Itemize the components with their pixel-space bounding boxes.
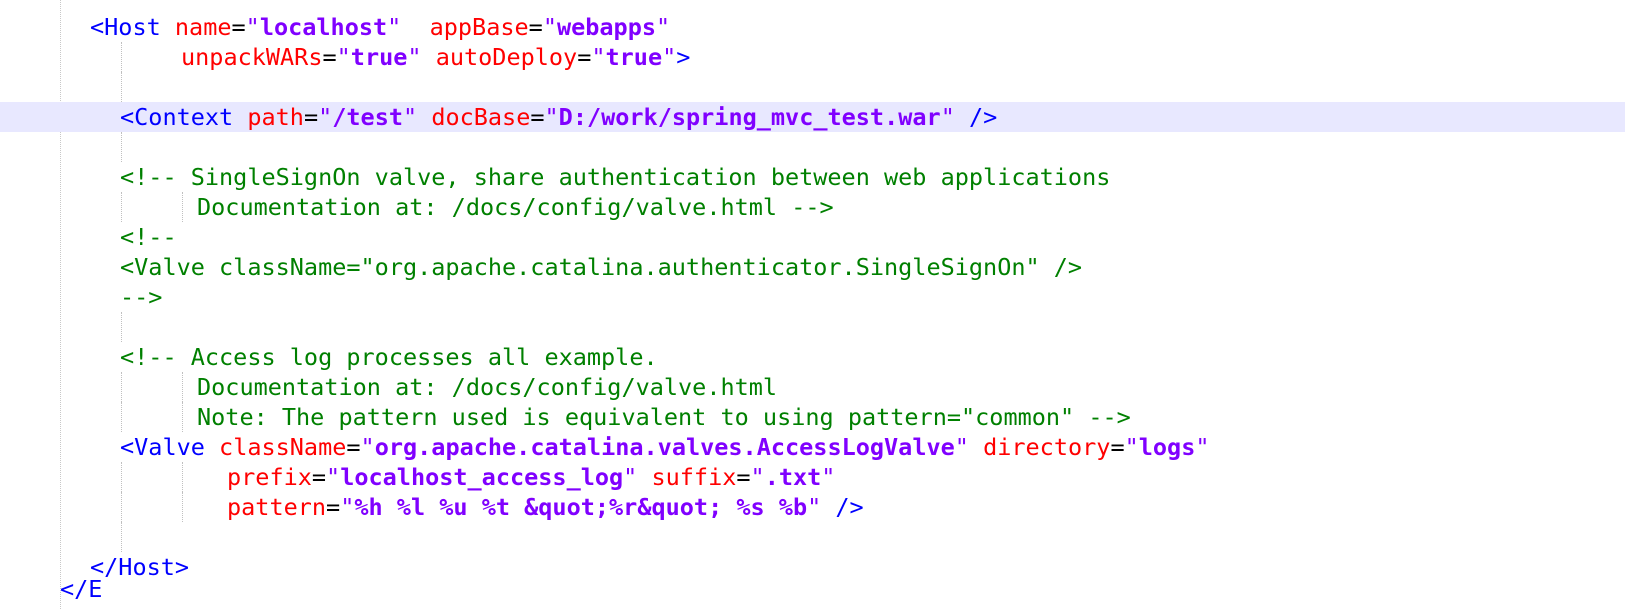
- indent-guide: [121, 132, 122, 162]
- indent-guide: [121, 372, 122, 402]
- tag-close: >: [676, 43, 691, 71]
- attr-name: docBase: [431, 103, 531, 131]
- indent-guide: [182, 462, 183, 492]
- valve-attributes: prefix="localhost_access_log" suffix=".t…: [227, 463, 836, 491]
- code-line-blank[interactable]: [0, 132, 1625, 162]
- indent-guide: [182, 192, 183, 222]
- attr-value: true: [350, 43, 408, 71]
- attr-name: pattern: [227, 493, 327, 521]
- comment-text: Note: The pattern used is equivalent to …: [197, 403, 1131, 431]
- attr-value: org.apache.catalina.valves.AccessLogValv…: [374, 433, 955, 461]
- valve-open-tag: <Valve className="org.apache.catalina.va…: [120, 433, 1210, 461]
- code-line-valve-attrs[interactable]: prefix="localhost_access_log" suffix=".t…: [0, 462, 1625, 492]
- context-tag: <Context path="/test" docBase="D:/work/s…: [120, 103, 998, 131]
- code-line-blank[interactable]: [0, 72, 1625, 102]
- attr-name: appBase: [429, 13, 529, 41]
- code-line-comment[interactable]: -->: [0, 282, 1625, 312]
- attr-value: webapps: [556, 13, 657, 41]
- code-line-comment[interactable]: <!--: [0, 222, 1625, 252]
- comment-text: -->: [120, 283, 163, 311]
- indent-guide: [182, 372, 183, 402]
- attr-name: className: [219, 433, 347, 461]
- code-line-valve-pattern[interactable]: pattern="%h %l %u %t &quot;%r&quot; %s %…: [0, 492, 1625, 522]
- indent-guide: [121, 312, 122, 342]
- comment-text: Documentation at: /docs/config/valve.htm…: [197, 373, 778, 401]
- attr-value: true: [605, 43, 663, 71]
- attr-value: localhost: [259, 13, 388, 41]
- indent-guide: [121, 522, 122, 552]
- attr-value: .txt: [764, 463, 822, 491]
- host-close-tag: </Host>: [90, 553, 190, 581]
- comment-text: <!-- SingleSignOn valve, share authentic…: [120, 163, 1111, 191]
- indent-guide: [182, 402, 183, 432]
- code-line-current[interactable]: <Context path="/test" docBase="D:/work/s…: [0, 102, 1625, 132]
- code-line-host-close[interactable]: </Host>: [0, 552, 1625, 582]
- code-line-1[interactable]: <Host name="localhost" appBase="webapps": [0, 12, 1625, 42]
- code-line-comment[interactable]: <!-- Access log processes all example.: [0, 342, 1625, 372]
- code-line-blank[interactable]: [0, 522, 1625, 552]
- comment-text: <!--: [120, 223, 177, 251]
- comment-text: Documentation at: /docs/config/valve.htm…: [197, 193, 834, 221]
- tag-name: <Context: [120, 103, 234, 131]
- code-line-clipped[interactable]: </E: [0, 575, 1625, 609]
- attr-name: unpackWARs: [181, 43, 323, 71]
- indent-guide: [121, 192, 122, 222]
- code-line-2[interactable]: unpackWARs="true" autoDeploy="true">: [0, 42, 1625, 72]
- valve-pattern: pattern="%h %l %u %t &quot;%r&quot; %s %…: [227, 493, 864, 521]
- host-attributes: unpackWARs="true" autoDeploy="true">: [181, 43, 691, 71]
- attr-name: suffix: [651, 463, 737, 491]
- attr-name: name: [174, 13, 232, 41]
- attr-name: autoDeploy: [435, 43, 578, 71]
- code-line-comment[interactable]: Note: The pattern used is equivalent to …: [0, 402, 1625, 432]
- code-line-comment[interactable]: <Valve className="org.apache.catalina.au…: [0, 252, 1625, 282]
- code-editor[interactable]: <Host name="localhost" appBase="webapps"…: [0, 0, 1625, 609]
- tag-name: <Host: [90, 13, 161, 41]
- indent-guide: [121, 462, 122, 492]
- indent-guide: [121, 402, 122, 432]
- code-line-valve[interactable]: <Valve className="org.apache.catalina.va…: [0, 432, 1625, 462]
- indent-guide: [121, 72, 122, 102]
- indent-guide: [121, 42, 122, 72]
- comment-text: <Valve className="org.apache.catalina.au…: [120, 253, 1083, 281]
- code-line-comment[interactable]: Documentation at: /docs/config/valve.htm…: [0, 192, 1625, 222]
- code-line-comment[interactable]: Documentation at: /docs/config/valve.htm…: [0, 372, 1625, 402]
- attr-name: directory: [983, 433, 1111, 461]
- attr-value: %h %l %u %t &quot;%r&quot; %s %b: [354, 493, 808, 521]
- code-line-blank[interactable]: [0, 312, 1625, 342]
- attr-name: path: [247, 103, 304, 131]
- host-open-tag: <Host name="localhost" appBase="webapps": [90, 13, 671, 41]
- code-line-comment[interactable]: <!-- SingleSignOn valve, share authentic…: [0, 162, 1625, 192]
- attr-value: logs: [1138, 433, 1196, 461]
- tag-close: />: [821, 493, 864, 521]
- attr-value: localhost_access_log: [340, 463, 624, 491]
- indent-guide: [182, 492, 183, 522]
- tag-close: />: [954, 103, 998, 131]
- comment-text: <!-- Access log processes all example.: [120, 343, 658, 371]
- tag-name: <Valve: [120, 433, 205, 461]
- attr-value: /test: [332, 103, 403, 131]
- clipped-tag-fragment: </E: [60, 575, 103, 603]
- attr-value: D:/work/spring_mvc_test.war: [558, 103, 941, 131]
- indent-guide: [121, 492, 122, 522]
- attr-name: prefix: [227, 463, 312, 491]
